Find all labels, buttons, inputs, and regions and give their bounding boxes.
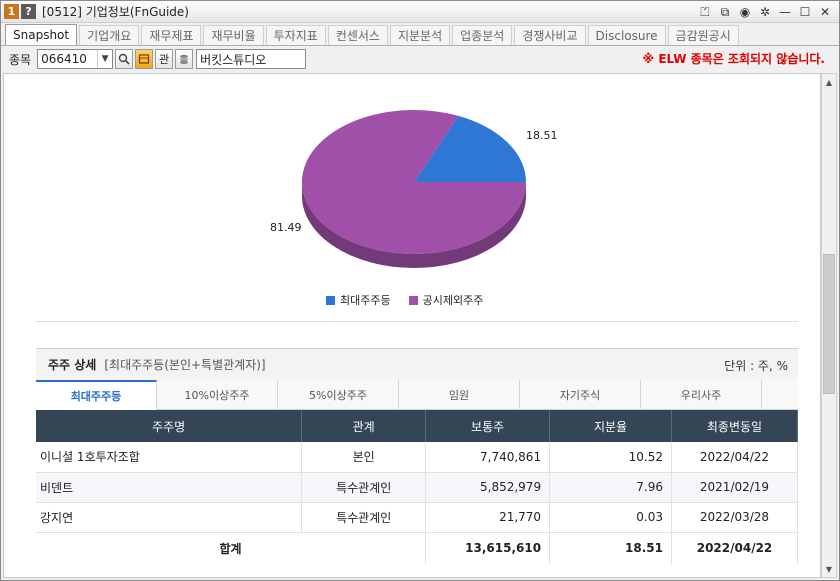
tab-10[interactable]: 금감원공시 <box>667 25 739 45</box>
cell-ratio: 7.96 <box>549 472 672 503</box>
section-subtitle: [최대주주등(본인+특별관계자)] <box>104 358 266 372</box>
tab-8[interactable]: 경쟁사비교 <box>514 25 586 45</box>
pie-chart-svg <box>302 109 526 268</box>
legend-label-major: 최대주주등 <box>340 294 391 307</box>
total-date: 2022/04/22 <box>671 531 798 564</box>
maximize-icon[interactable]: ☐ <box>797 4 813 20</box>
cell-name: 강지연 <box>36 502 303 533</box>
scroll-down-icon[interactable]: ▼ <box>822 561 836 577</box>
copy-window-icon[interactable]: ⧉ <box>717 4 733 20</box>
legend-swatch-other <box>408 295 418 305</box>
toolbar: 종목 066410 ▼ 관 버킷스튜디오 ※ ELW 종목은 조회되지 않습니다… <box>1 47 839 71</box>
table-total-row: 합계 13,615,610 18.51 2022/04/22 <box>36 531 798 564</box>
stock-code-value: 066410 <box>41 52 87 66</box>
vertical-scrollbar[interactable]: ▲ ▼ <box>821 73 837 578</box>
unit-label: 단위 : 주, % <box>724 359 788 373</box>
table-row: 이니셜 1호투자조합 본인 7,740,861 10.52 2022/04/22 <box>36 442 798 473</box>
cell-shares: 5,852,979 <box>425 472 551 503</box>
total-shares: 13,615,610 <box>425 531 551 564</box>
camera-icon[interactable]: ◉ <box>737 4 753 20</box>
cell-ratio: 0.03 <box>549 502 672 533</box>
tab-7[interactable]: 업종분석 <box>452 25 513 45</box>
scroll-thumb[interactable] <box>823 254 835 394</box>
tab-6[interactable]: 지분분석 <box>389 25 451 45</box>
table-row: 비덴트 특수관계인 5,852,979 7.96 2021/02/19 <box>36 472 798 503</box>
legend-swatch-major <box>326 295 335 305</box>
window-title: [0512] 기업정보(FnGuide) <box>42 5 189 19</box>
company-name-field[interactable]: 버킷스튜디오 <box>196 49 307 69</box>
main-tab-bar: Snapshot 기업개요 재무제표 재무비율 투자지표 컨센서스 지분분석 업종분석 경쟁사비… <box>1 24 839 46</box>
cell-shares: 21,770 <box>425 502 551 533</box>
favorites-icon[interactable] <box>135 49 154 69</box>
cell-relation: 특수관계인 <box>301 472 427 503</box>
pie-value-label-major: 18.51 <box>526 129 558 142</box>
chevron-down-icon[interactable]: ▼ <box>97 50 112 68</box>
col-header-date[interactable]: 최종변동일 <box>671 410 798 442</box>
tab-5[interactable]: 컨센서스 <box>327 25 388 45</box>
shareholder-pie-chart: 18.51 81.49 최대주주등 공시제외주주 <box>36 74 798 322</box>
cell-relation: 본인 <box>301 442 427 473</box>
settings-icon[interactable]: ✲ <box>757 4 773 20</box>
elw-notice: ※ ELW 종목은 조회되지 않습니다. <box>642 52 825 66</box>
cell-date: 2021/02/19 <box>671 472 798 503</box>
shareholder-subtabs: 최대주주등 10%이상주주 5%이상주주 임원 자기주식 우리사주 <box>36 380 798 410</box>
cell-shares: 7,740,861 <box>425 442 551 473</box>
tab-3[interactable]: 재무비율 <box>203 25 264 45</box>
table-header-row: 주주명 관계 보통주 지분율 최종변동일 <box>36 410 798 442</box>
legend-item-major: 최대주주등 <box>326 292 391 308</box>
shareholder-table: 주주명 관계 보통주 지분율 최종변동일 이니셜 1호투자조합 본인 7,740… <box>36 410 798 564</box>
shareholder-detail-header: 주주 상세 [최대주주등(본인+특별관계자)] 단위 : 주, % <box>36 348 798 380</box>
subtab-3[interactable]: 임원 <box>399 380 520 410</box>
stock-code-input[interactable]: 066410 ▼ <box>37 49 114 69</box>
legend-item-other: 공시제외주주 <box>408 292 484 308</box>
subtab-5[interactable]: 우리사주 <box>641 380 762 410</box>
cell-name: 이니셜 1호투자조합 <box>36 442 303 473</box>
interest-button[interactable]: 관 <box>155 49 174 69</box>
col-header-name[interactable]: 주주명 <box>36 410 303 442</box>
tab-4[interactable]: 투자지표 <box>265 25 326 45</box>
link-icon[interactable]: ⏍ <box>697 4 713 20</box>
help-icon[interactable]: ? <box>21 4 36 19</box>
cell-date: 2022/03/28 <box>671 502 798 533</box>
code-label: 종목 <box>9 52 32 67</box>
minimize-icon[interactable]: — <box>777 4 793 20</box>
app-window: 1 ? [0512] 기업정보(FnGuide) ⏍ ⧉ ◉ ✲ — ☐ ✕ S… <box>0 0 840 581</box>
cell-date: 2022/04/22 <box>671 442 798 473</box>
legend-label-other: 공시제외주주 <box>422 294 484 307</box>
title-bar: 1 ? [0512] 기업정보(FnGuide) ⏍ ⧉ ◉ ✲ — ☐ ✕ <box>1 1 839 23</box>
subtab-0[interactable]: 최대주주등 <box>36 380 157 410</box>
subtab-1[interactable]: 10%이상주주 <box>157 380 278 410</box>
subtab-4[interactable]: 자기주식 <box>520 380 641 410</box>
subtab-2[interactable]: 5%이상주주 <box>278 380 399 410</box>
col-header-shares[interactable]: 보통주 <box>425 410 551 442</box>
pie-value-label-minor: 81.49 <box>270 221 302 234</box>
section-title: 주주 상세 <box>48 358 97 372</box>
col-header-ratio[interactable]: 지분율 <box>549 410 672 442</box>
chart-legend: 최대주주등 공시제외주주 <box>326 292 483 308</box>
company-name-value: 버킷스튜디오 <box>200 52 267 67</box>
stack-icon[interactable] <box>175 49 194 69</box>
content-panel: 18.51 81.49 최대주주등 공시제외주주 주주 상세 [최대주주등(본인… <box>3 73 821 578</box>
table-row: 강지연 특수관계인 21,770 0.03 2022/03/28 <box>36 502 798 533</box>
cell-ratio: 10.52 <box>549 442 672 473</box>
total-ratio: 18.51 <box>549 531 672 564</box>
cell-relation: 특수관계인 <box>301 502 427 533</box>
screen-number-icon[interactable]: 1 <box>4 4 19 19</box>
cell-name: 비덴트 <box>36 472 303 503</box>
tab-0[interactable]: Snapshot <box>5 24 78 45</box>
total-label: 합계 <box>36 531 427 564</box>
window-controls: ⏍ ⧉ ◉ ✲ — ☐ ✕ <box>697 4 833 20</box>
tab-2[interactable]: 재무제표 <box>141 25 202 45</box>
tab-1[interactable]: 기업개요 <box>79 25 140 45</box>
col-header-relation[interactable]: 관계 <box>301 410 427 442</box>
close-icon[interactable]: ✕ <box>817 4 833 20</box>
tab-9[interactable]: Disclosure <box>587 25 666 45</box>
scroll-up-icon[interactable]: ▲ <box>822 74 836 90</box>
search-icon[interactable] <box>115 49 134 69</box>
